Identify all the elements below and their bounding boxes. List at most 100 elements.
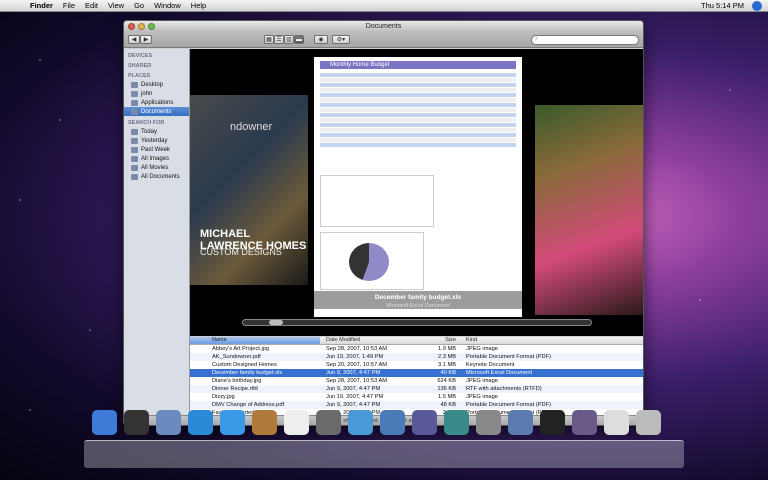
menu-file[interactable]: File xyxy=(63,1,75,10)
cover-current-document[interactable]: Monthly Home Budget xyxy=(314,57,522,317)
dock-time-machine-icon[interactable] xyxy=(444,410,469,435)
row-kind: Microsoft Excel Document xyxy=(466,370,533,376)
search-input[interactable]: ⌕ xyxy=(531,34,639,45)
sidebar-devices-heading[interactable]: DEVICES xyxy=(128,53,189,59)
quick-look-button[interactable]: ◉ xyxy=(314,35,328,44)
sidebar-item-john[interactable]: john xyxy=(124,89,189,98)
dock-aperture-icon[interactable] xyxy=(540,410,565,435)
clock[interactable]: Thu 5:14 PM xyxy=(701,1,744,10)
row-date: Jun 9, 2007, 4:47 PM xyxy=(326,402,381,408)
table-row[interactable]: Dizzy.jpg Jun 19, 2007, 4:47 PM 1.5 MB JPEG… xyxy=(190,393,643,401)
dock-desktop-icon[interactable] xyxy=(508,410,533,435)
menu-app[interactable]: Finder xyxy=(30,1,53,10)
dock-documents-icon[interactable] xyxy=(604,410,629,435)
folder-icon xyxy=(131,164,138,171)
documents-icon xyxy=(131,108,138,115)
spotlight-icon[interactable] xyxy=(752,0,762,11)
row-name: DMV Change of Address.pdf xyxy=(212,402,285,408)
file-list: Name Date Modified Size Kind Abbey's Art… xyxy=(190,337,643,415)
row-kind: Portable Document Format (PDF) xyxy=(466,402,552,408)
sidebar-item-yesterday[interactable]: Yesterday xyxy=(124,136,189,145)
menu-edit[interactable]: Edit xyxy=(85,1,98,10)
sidebar-search-heading[interactable]: SEARCH FOR xyxy=(128,120,189,126)
cover-left[interactable]: ndowner MICHAEL LAWRENCE HOMES CUSTOM DE… xyxy=(190,95,308,285)
action-menu-button[interactable]: ⚙▾ xyxy=(332,35,350,44)
dock-finder-icon[interactable] xyxy=(92,410,117,435)
row-size: 48 KB xyxy=(440,402,457,408)
table-row[interactable]: DMV Change of Address.pdf Jun 9, 2007, 4:… xyxy=(190,401,643,409)
dock-mail-icon[interactable] xyxy=(156,410,181,435)
table-row[interactable]: Dinner Recipe.rtfd Jun 9, 2007, 4:47 PM 13… xyxy=(190,385,643,393)
row-size: 2.3 MB xyxy=(437,354,456,360)
dock-trash-icon[interactable] xyxy=(636,410,661,435)
dock-system-preferences-icon[interactable] xyxy=(476,410,501,435)
doc-pie-chart xyxy=(320,232,424,290)
row-name: Custom Designed Homes xyxy=(212,362,277,368)
column-name[interactable]: Name xyxy=(190,337,320,344)
table-row[interactable]: December family budget.xls Jun 9, 2007, 4… xyxy=(190,369,643,377)
row-size: 3.1 MB xyxy=(437,362,456,368)
dock-photos-icon[interactable] xyxy=(572,410,597,435)
menu-go[interactable]: Go xyxy=(134,1,144,10)
row-kind: JPEG image xyxy=(466,394,498,400)
row-name: Dizzy.jpg xyxy=(212,394,235,400)
row-size: 1.9 MB xyxy=(437,346,456,352)
sidebar-item-desktop[interactable]: Desktop xyxy=(124,80,189,89)
sidebar-places-heading[interactable]: PLACES xyxy=(128,73,189,79)
dock-safari-icon[interactable] xyxy=(188,410,213,435)
sidebar-item-today[interactable]: Today xyxy=(124,127,189,136)
applications-icon xyxy=(131,99,138,106)
cover-right[interactable] xyxy=(535,105,643,315)
dock-ical-icon[interactable] xyxy=(284,410,309,435)
list-view-button[interactable]: ☰ xyxy=(274,35,284,44)
row-size: 136 KB xyxy=(437,386,456,392)
dock-ichat-icon[interactable] xyxy=(220,410,245,435)
column-kind[interactable]: Kind xyxy=(460,337,570,344)
cover-flow-scrollbar[interactable] xyxy=(242,319,592,326)
coverflow-view-button[interactable]: ▬ xyxy=(294,35,304,44)
column-date[interactable]: Date Modified xyxy=(320,337,420,344)
cover-flow[interactable]: ndowner MICHAEL LAWRENCE HOMES CUSTOM DE… xyxy=(190,49,643,336)
sidebar-item-all-documents[interactable]: All Documents xyxy=(124,172,189,181)
back-button[interactable]: ◀ xyxy=(128,35,140,44)
cover-flow-scroll-thumb[interactable] xyxy=(269,320,283,325)
menu-window[interactable]: Window xyxy=(154,1,181,10)
row-name: AK_Sundowner.pdf xyxy=(212,354,261,360)
table-row[interactable]: Diane's birthday.jpg Sep 28, 2007, 10:53 … xyxy=(190,377,643,385)
row-date: Sep 28, 2007, 10:53 AM xyxy=(326,378,388,384)
row-size: 624 KB xyxy=(437,378,456,384)
dock-preview-icon[interactable] xyxy=(316,410,341,435)
dock-dashboard-icon[interactable] xyxy=(124,410,149,435)
dock-iphoto-icon[interactable] xyxy=(380,410,405,435)
sidebar-shared-heading[interactable]: SHARED xyxy=(128,63,189,69)
forward-button[interactable]: ▶ xyxy=(140,35,152,44)
clock-icon xyxy=(131,146,138,153)
sidebar-item-past-week[interactable]: Past Week xyxy=(124,145,189,154)
row-size: 40 KB xyxy=(440,370,457,376)
table-row[interactable]: Abbey's Art Project.jpg Sep 28, 2007, 10:… xyxy=(190,345,643,353)
menu-view[interactable]: View xyxy=(108,1,124,10)
row-name: Diane's birthday.jpg xyxy=(212,378,262,384)
sidebar-item-documents[interactable]: Documents xyxy=(124,107,189,116)
dock-spaces-icon[interactable] xyxy=(412,410,437,435)
row-date: Sep 20, 2007, 10:57 AM xyxy=(326,362,388,368)
column-size[interactable]: Size xyxy=(420,337,460,344)
menu-help[interactable]: Help xyxy=(191,1,206,10)
sidebar-item-all-movies[interactable]: All Movies xyxy=(124,163,189,172)
sidebar-item-all-images[interactable]: All Images xyxy=(124,154,189,163)
dock-address-book-icon[interactable] xyxy=(252,410,277,435)
folder-icon xyxy=(131,155,138,162)
icon-view-button[interactable]: ▦ xyxy=(264,35,274,44)
sidebar-item-applications[interactable]: Applications xyxy=(124,98,189,107)
row-date: Jun 9, 2007, 4:47 PM xyxy=(326,386,381,392)
column-view-button[interactable]: ▥ xyxy=(284,35,294,44)
title-bar: Documents xyxy=(124,21,643,32)
dock-itunes-icon[interactable] xyxy=(348,410,373,435)
table-row[interactable]: AK_Sundowner.pdf Jun 19, 2007, 1:49 PM 2.3… xyxy=(190,353,643,361)
doc-bar-chart xyxy=(320,175,434,227)
row-name: Dinner Recipe.rtfd xyxy=(212,386,258,392)
row-date: Jun 9, 2007, 4:47 PM xyxy=(326,370,381,376)
row-kind: JPEG image xyxy=(466,346,498,352)
table-row[interactable]: Custom Designed Homes Sep 20, 2007, 10:57… xyxy=(190,361,643,369)
finder-window: Documents ◀ ▶ ▦ ☰ ▥ ▬ ◉ ⚙▾ ⌕ DEVICES SHA… xyxy=(123,20,644,426)
